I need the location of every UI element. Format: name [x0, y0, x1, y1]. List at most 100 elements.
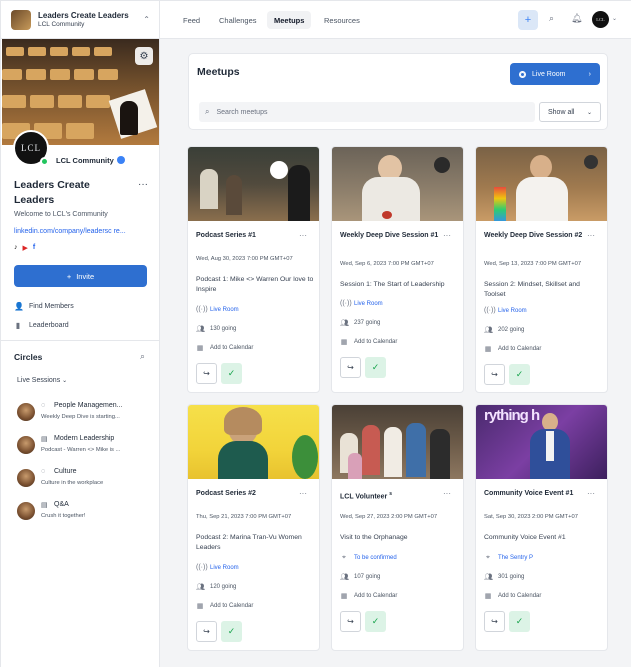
meetup-card[interactable]: Podcast Series #1 ··· Wed, Aug 30, 2023 … [187, 146, 320, 393]
meetup-title[interactable]: Weekly Deep Dive Session #2 [484, 231, 584, 241]
circles-filter-dropdown[interactable]: Live Sessions ⌄ [17, 377, 67, 384]
youtube-icon[interactable]: ▶ [23, 244, 28, 252]
tab-challenges[interactable]: Challenges [212, 11, 264, 29]
cover-image: ⚙ [2, 39, 159, 145]
share-button[interactable]: ↪ [484, 364, 505, 385]
rsvp-button[interactable]: ✓ [365, 611, 386, 632]
meetup-attendees: 👥︎ 237 going [340, 319, 380, 327]
chat-icon: ◌ [41, 468, 46, 475]
share-button[interactable]: ↪ [484, 611, 505, 632]
meetup-location: ⌖ The Sentry P [484, 554, 533, 562]
welcome-text: Welcome to LCL's Community [14, 211, 108, 218]
meetup-title[interactable]: Weekly Deep Dive Session #1 [340, 231, 440, 241]
chevron-down-icon: ⌄ [586, 109, 592, 116]
find-members-link[interactable]: 👤 Find Members [14, 302, 74, 311]
live-room-button[interactable]: Live Room › [510, 63, 600, 85]
add-to-calendar[interactable]: ▦ Add to Calendar [484, 592, 542, 600]
more-options-icon[interactable]: ··· [138, 179, 148, 190]
meetup-card[interactable]: LCL Volunteer s ··· Wed, Sep 27, 2023 2:0… [331, 404, 464, 651]
more-options-icon[interactable]: ··· [587, 231, 595, 240]
share-button[interactable]: ↪ [196, 621, 217, 642]
share-button[interactable]: ↪ [340, 611, 361, 632]
facebook-icon[interactable]: f [33, 244, 35, 252]
create-button[interactable]: + [518, 10, 538, 30]
bell-icon[interactable]: 🔔︎ [571, 13, 582, 24]
meetup-title[interactable]: Podcast Series #1 [196, 231, 296, 241]
circle-avatar [17, 403, 35, 421]
rsvp-button[interactable]: ✓ [509, 364, 530, 385]
calendar-icon: ▦ [340, 593, 348, 600]
more-options-icon[interactable]: ··· [299, 231, 307, 240]
live-room-label: Live Room [532, 70, 566, 78]
leaderboard-link[interactable]: ▮ Leaderboard [14, 321, 69, 330]
community-switcher[interactable]: Leaders Create Leaders LCL Community ⌃ [1, 1, 160, 39]
invite-button[interactable]: + Invite [14, 265, 147, 287]
rsvp-button[interactable]: ✓ [221, 363, 242, 384]
circle-item[interactable]: ▤ Modern Leadership Podcast - Warren <> … [17, 434, 157, 458]
share-button[interactable]: ↪ [340, 357, 361, 378]
check-icon: ✓ [515, 369, 524, 379]
circle-name: People Managemen... [54, 402, 123, 409]
add-to-calendar[interactable]: ▦ Add to Calendar [484, 345, 542, 353]
location-label: Live Room [210, 564, 239, 571]
add-to-calendar[interactable]: ▦ Add to Calendar [196, 344, 254, 352]
chevron-down-icon[interactable]: ⌄ [612, 15, 617, 22]
rsvp-button[interactable]: ✓ [509, 611, 530, 632]
location-label: Live Room [498, 307, 527, 314]
search-icon[interactable]: ⌕ [140, 351, 145, 362]
users-icon: 👥︎ [340, 574, 349, 581]
meetup-title[interactable]: Community Voice Event #1 [484, 489, 584, 499]
bar-chart-icon: ▮ [15, 321, 21, 330]
community-name: Leaders Create Leaders [38, 10, 129, 20]
tab-resources[interactable]: Resources [317, 11, 367, 29]
more-options-icon[interactable]: ··· [443, 231, 451, 240]
search-placeholder: Search meetups [216, 108, 268, 116]
circle-item[interactable]: ◌ People Managemen... Weekly Deep Dive i… [17, 401, 157, 425]
user-avatar[interactable]: LCL [592, 11, 609, 28]
rsvp-button[interactable]: ✓ [365, 357, 386, 378]
more-options-icon[interactable]: ··· [587, 489, 595, 498]
meetup-image [188, 405, 319, 479]
social-links: ♪ ▶ f [14, 244, 35, 252]
meetup-description: Podcast 2: Marina Tran-Vu Women Leaders [196, 534, 302, 551]
meetup-card[interactable]: Podcast Series #2 ··· Thu, Sep 21, 2023 … [187, 404, 320, 651]
chevron-up-icon[interactable]: ⌃ [143, 15, 150, 24]
calendar-label: Add to Calendar [498, 593, 542, 599]
meetup-date: Wed, Sep 6, 2023 7:00 PM GMT+07 [340, 261, 434, 267]
add-to-calendar[interactable]: ▦ Add to Calendar [340, 592, 398, 600]
circle-item[interactable]: ▤ Q&A Crush it together! [17, 500, 157, 524]
circle-item[interactable]: ◌ Culture Culture in the workplace [17, 467, 157, 491]
tab-feed[interactable]: Feed [176, 11, 207, 29]
meetup-card[interactable]: Weekly Deep Dive Session #2 ··· Wed, Sep… [475, 146, 608, 393]
calendar-icon: ▦ [484, 346, 492, 353]
meetup-attendees: 👥︎ 301 going [484, 573, 524, 581]
check-icon: ✓ [371, 362, 380, 372]
linkedin-link[interactable]: linkedin.com/company/leadersc re... [14, 228, 126, 235]
filter-label: Show all [548, 108, 575, 116]
more-options-icon[interactable]: ··· [299, 489, 307, 498]
meetup-title[interactable]: Podcast Series #2 [196, 489, 296, 499]
meetup-title-text: LCL Volunteer [340, 493, 388, 501]
calendar-label: Add to Calendar [354, 339, 398, 345]
meetup-title[interactable]: LCL Volunteer s [340, 489, 440, 502]
meetup-card[interactable]: Weekly Deep Dive Session #1 ··· Wed, Sep… [331, 146, 464, 393]
search-input[interactable]: ⌕ Search meetups [199, 102, 535, 122]
meetup-card[interactable]: rything h Community Voice Event #1 ··· S… [475, 404, 608, 651]
share-button[interactable]: ↪ [196, 363, 217, 384]
search-icon[interactable]: ⌕ [549, 13, 554, 24]
meetup-date: Wed, Sep 13, 2023 7:00 PM GMT+07 [484, 261, 582, 267]
circle-avatar [17, 436, 35, 454]
more-options-icon[interactable]: ··· [443, 489, 451, 498]
users-icon: 👥︎ [484, 574, 493, 581]
tab-meetups[interactable]: Meetups [267, 11, 312, 29]
rsvp-button[interactable]: ✓ [221, 621, 242, 642]
meetup-date: Thu, Sep 21, 2023 7:00 PM GMT+07 [196, 514, 292, 520]
add-to-calendar[interactable]: ▦ Add to Calendar [196, 602, 254, 610]
gear-icon[interactable]: ⚙ [135, 47, 153, 65]
filter-dropdown[interactable]: Show all ⌄ [539, 102, 601, 122]
add-to-calendar[interactable]: ▦ Add to Calendar [340, 338, 398, 346]
tiktok-icon[interactable]: ♪ [14, 244, 18, 252]
community-logo [11, 9, 31, 30]
broadcast-icon: ((·)) [340, 300, 352, 307]
location-label: Live Room [354, 300, 383, 307]
